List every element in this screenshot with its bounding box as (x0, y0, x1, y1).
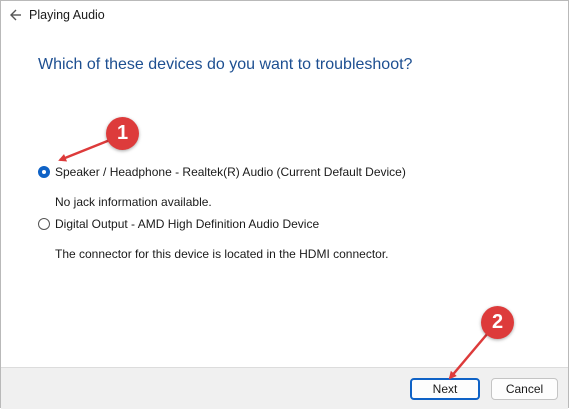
annotation-badge-2: 2 (481, 306, 514, 339)
option-description-digital-output: The connector for this device is located… (55, 247, 389, 261)
option-label-digital-output[interactable]: Digital Output - AMD High Definition Aud… (55, 217, 319, 231)
page-heading: Which of these devices do you want to tr… (38, 56, 413, 73)
back-arrow-icon[interactable] (8, 8, 22, 22)
button-bar (1, 367, 568, 409)
option-description-speaker-headphone: No jack information available. (55, 195, 212, 209)
annotation-badge-1: 1 (106, 117, 139, 150)
option-label-speaker-headphone[interactable]: Speaker / Headphone - Realtek(R) Audio (… (55, 165, 406, 179)
window-title: Playing Audio (29, 8, 105, 22)
radio-speaker-headphone[interactable] (38, 166, 50, 178)
cancel-button[interactable]: Cancel (491, 378, 558, 400)
radio-digital-output[interactable] (38, 218, 50, 230)
troubleshooter-window: Playing Audio Which of these devices do … (0, 0, 569, 409)
next-button[interactable]: Next (410, 378, 480, 400)
title-bar: Playing Audio (1, 1, 568, 31)
